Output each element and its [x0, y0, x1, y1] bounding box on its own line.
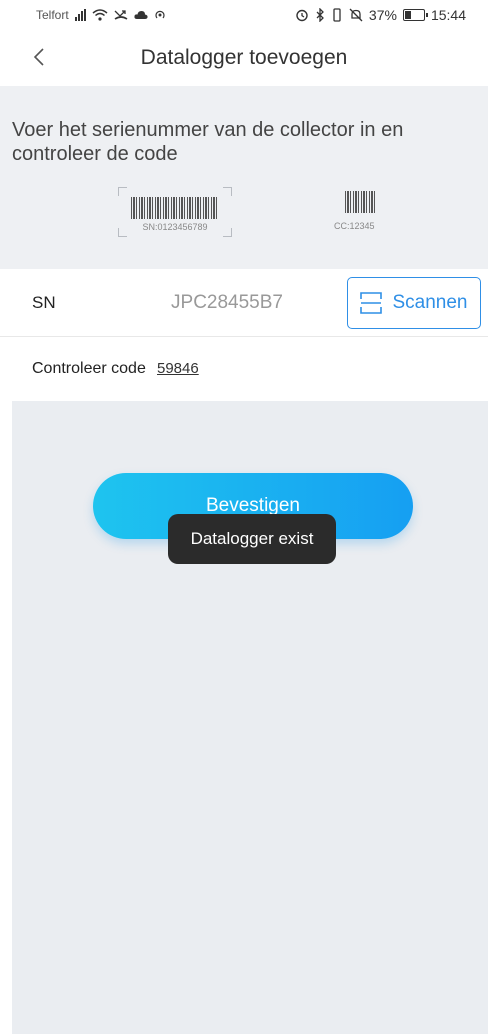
- sample-cc-label: CC:12345: [334, 191, 394, 233]
- wifi-icon: [92, 9, 108, 21]
- navigation-bar: Datalogger toevoegen: [0, 30, 488, 86]
- instruction-panel: Voer het serienummer van de collector in…: [0, 86, 488, 269]
- do-not-disturb-icon: [349, 8, 363, 22]
- vibrate-icon: [333, 8, 341, 22]
- sn-label: SN: [32, 293, 56, 312]
- check-code-row: Controleer code 59846: [0, 336, 488, 401]
- alarm-icon: [296, 9, 308, 22]
- check-code-label: Controleer code: [32, 360, 146, 377]
- frame-corner-icon: [118, 187, 127, 196]
- carrier-name: Telfort: [36, 8, 69, 22]
- bluetooth-icon: [316, 8, 324, 22]
- battery-icon: [402, 9, 428, 21]
- hotspot-icon: [155, 10, 165, 19]
- sn-input[interactable]: [130, 285, 324, 321]
- battery-percent: 37%: [368, 7, 397, 23]
- barcode-icon: [131, 197, 219, 219]
- check-code-value: 59846: [157, 360, 199, 377]
- scan-button[interactable]: Scannen: [347, 277, 481, 329]
- missed-call-icon: [114, 10, 128, 20]
- frame-corner-icon: [223, 187, 232, 196]
- scan-button-label: Scannen: [392, 292, 468, 313]
- barcode-icon: [345, 191, 375, 213]
- sample-cc-text: CC:12345: [334, 221, 375, 231]
- battery-level-fill: [404, 11, 411, 19]
- scan-icon: [360, 292, 383, 314]
- sample-sn-label: SN:0123456789: [118, 187, 232, 237]
- clock: 15:44: [430, 7, 466, 23]
- sn-row: SN Scannen: [0, 269, 488, 337]
- signal-icon: [74, 9, 86, 21]
- status-bar: Telfort 37% 15:44: [0, 0, 488, 30]
- toast-message: Datalogger exist: [168, 514, 336, 564]
- sample-sn-text: SN:0123456789: [142, 222, 208, 232]
- page-title: Datalogger toevoegen: [140, 46, 348, 69]
- cloud-icon: [134, 11, 148, 19]
- instruction-text: Voer het serienummer van de collector in…: [12, 119, 404, 165]
- datalogger-form: SN Scannen Controleer code 59846: [0, 269, 488, 401]
